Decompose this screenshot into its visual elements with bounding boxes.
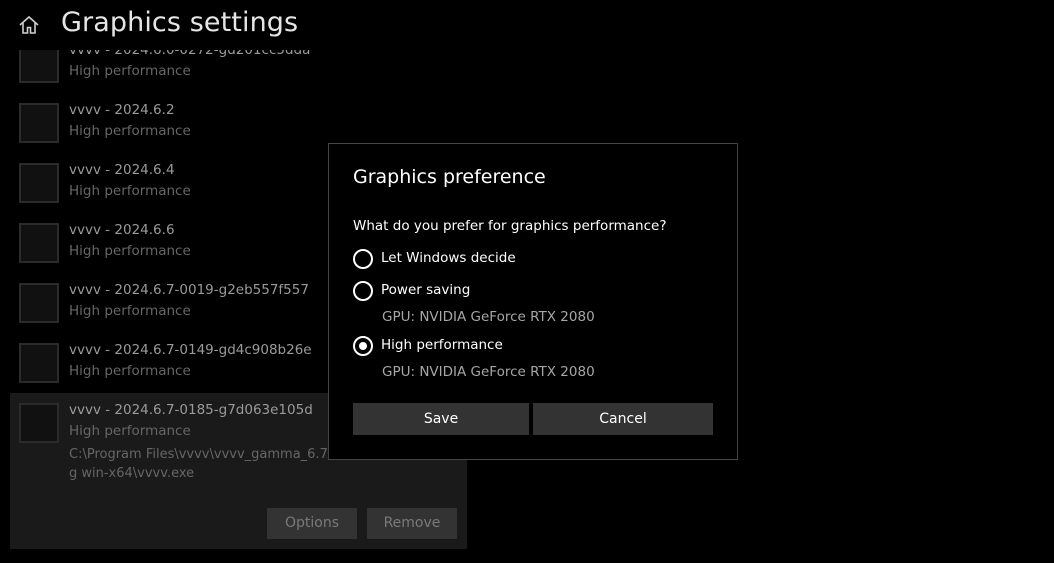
radio-button[interactable]	[353, 249, 373, 269]
graphics-settings-page: vvvv - 2024.6.0-0272-gd201cc5dda High pe…	[0, 0, 1054, 563]
gpu-info: GPU: NVIDIA GeForce RTX 2080	[382, 309, 595, 325]
app-name: vvvv - 2024.6.7-0149-gd4c908b26e	[69, 342, 312, 358]
app-icon	[19, 283, 59, 323]
app-preference: High performance	[69, 243, 191, 259]
remove-button[interactable]: Remove	[367, 508, 457, 539]
app-name: vvvv - 2024.6.7-0185-g7d063e105d	[69, 402, 313, 418]
gpu-info: GPU: NVIDIA GeForce RTX 2080	[382, 364, 595, 380]
app-icon	[19, 223, 59, 263]
radio-label: High performance	[381, 337, 503, 353]
radio-button-checked[interactable]	[353, 336, 373, 356]
page-title: Graphics settings	[61, 7, 299, 38]
app-path: C:\Program Files\vvvv\vvvv_gamma_6.7-01.…	[69, 447, 362, 481]
app-icon	[19, 163, 59, 203]
app-preference: High performance	[69, 303, 191, 319]
dialog-question: What do you prefer for graphics performa…	[353, 218, 667, 234]
radio-label: Power saving	[381, 282, 471, 298]
app-name: vvvv - 2024.6.4	[69, 162, 175, 178]
cancel-button[interactable]: Cancel	[533, 403, 713, 435]
home-icon[interactable]	[18, 14, 40, 36]
save-button[interactable]: Save	[353, 403, 529, 435]
dialog-title: Graphics preference	[353, 166, 546, 188]
graphics-preference-dialog: Graphics preference What do you prefer f…	[328, 143, 738, 460]
page-header: Graphics settings	[0, 0, 1054, 50]
app-preference: High performance	[69, 123, 191, 139]
app-name: vvvv - 2024.6.2	[69, 102, 175, 118]
app-preference: High performance	[69, 363, 191, 379]
app-preference: High performance	[69, 423, 191, 439]
app-preference: High performance	[69, 63, 191, 79]
app-icon	[19, 103, 59, 143]
app-name: vvvv - 2024.6.7-0019-g2eb557f557	[69, 282, 309, 298]
app-preference: High performance	[69, 183, 191, 199]
app-name: vvvv - 2024.6.6	[69, 222, 175, 238]
radio-button[interactable]	[353, 281, 373, 301]
radio-label: Let Windows decide	[381, 250, 516, 266]
app-icon	[19, 343, 59, 383]
app-icon	[19, 403, 59, 443]
options-button[interactable]: Options	[267, 508, 357, 539]
